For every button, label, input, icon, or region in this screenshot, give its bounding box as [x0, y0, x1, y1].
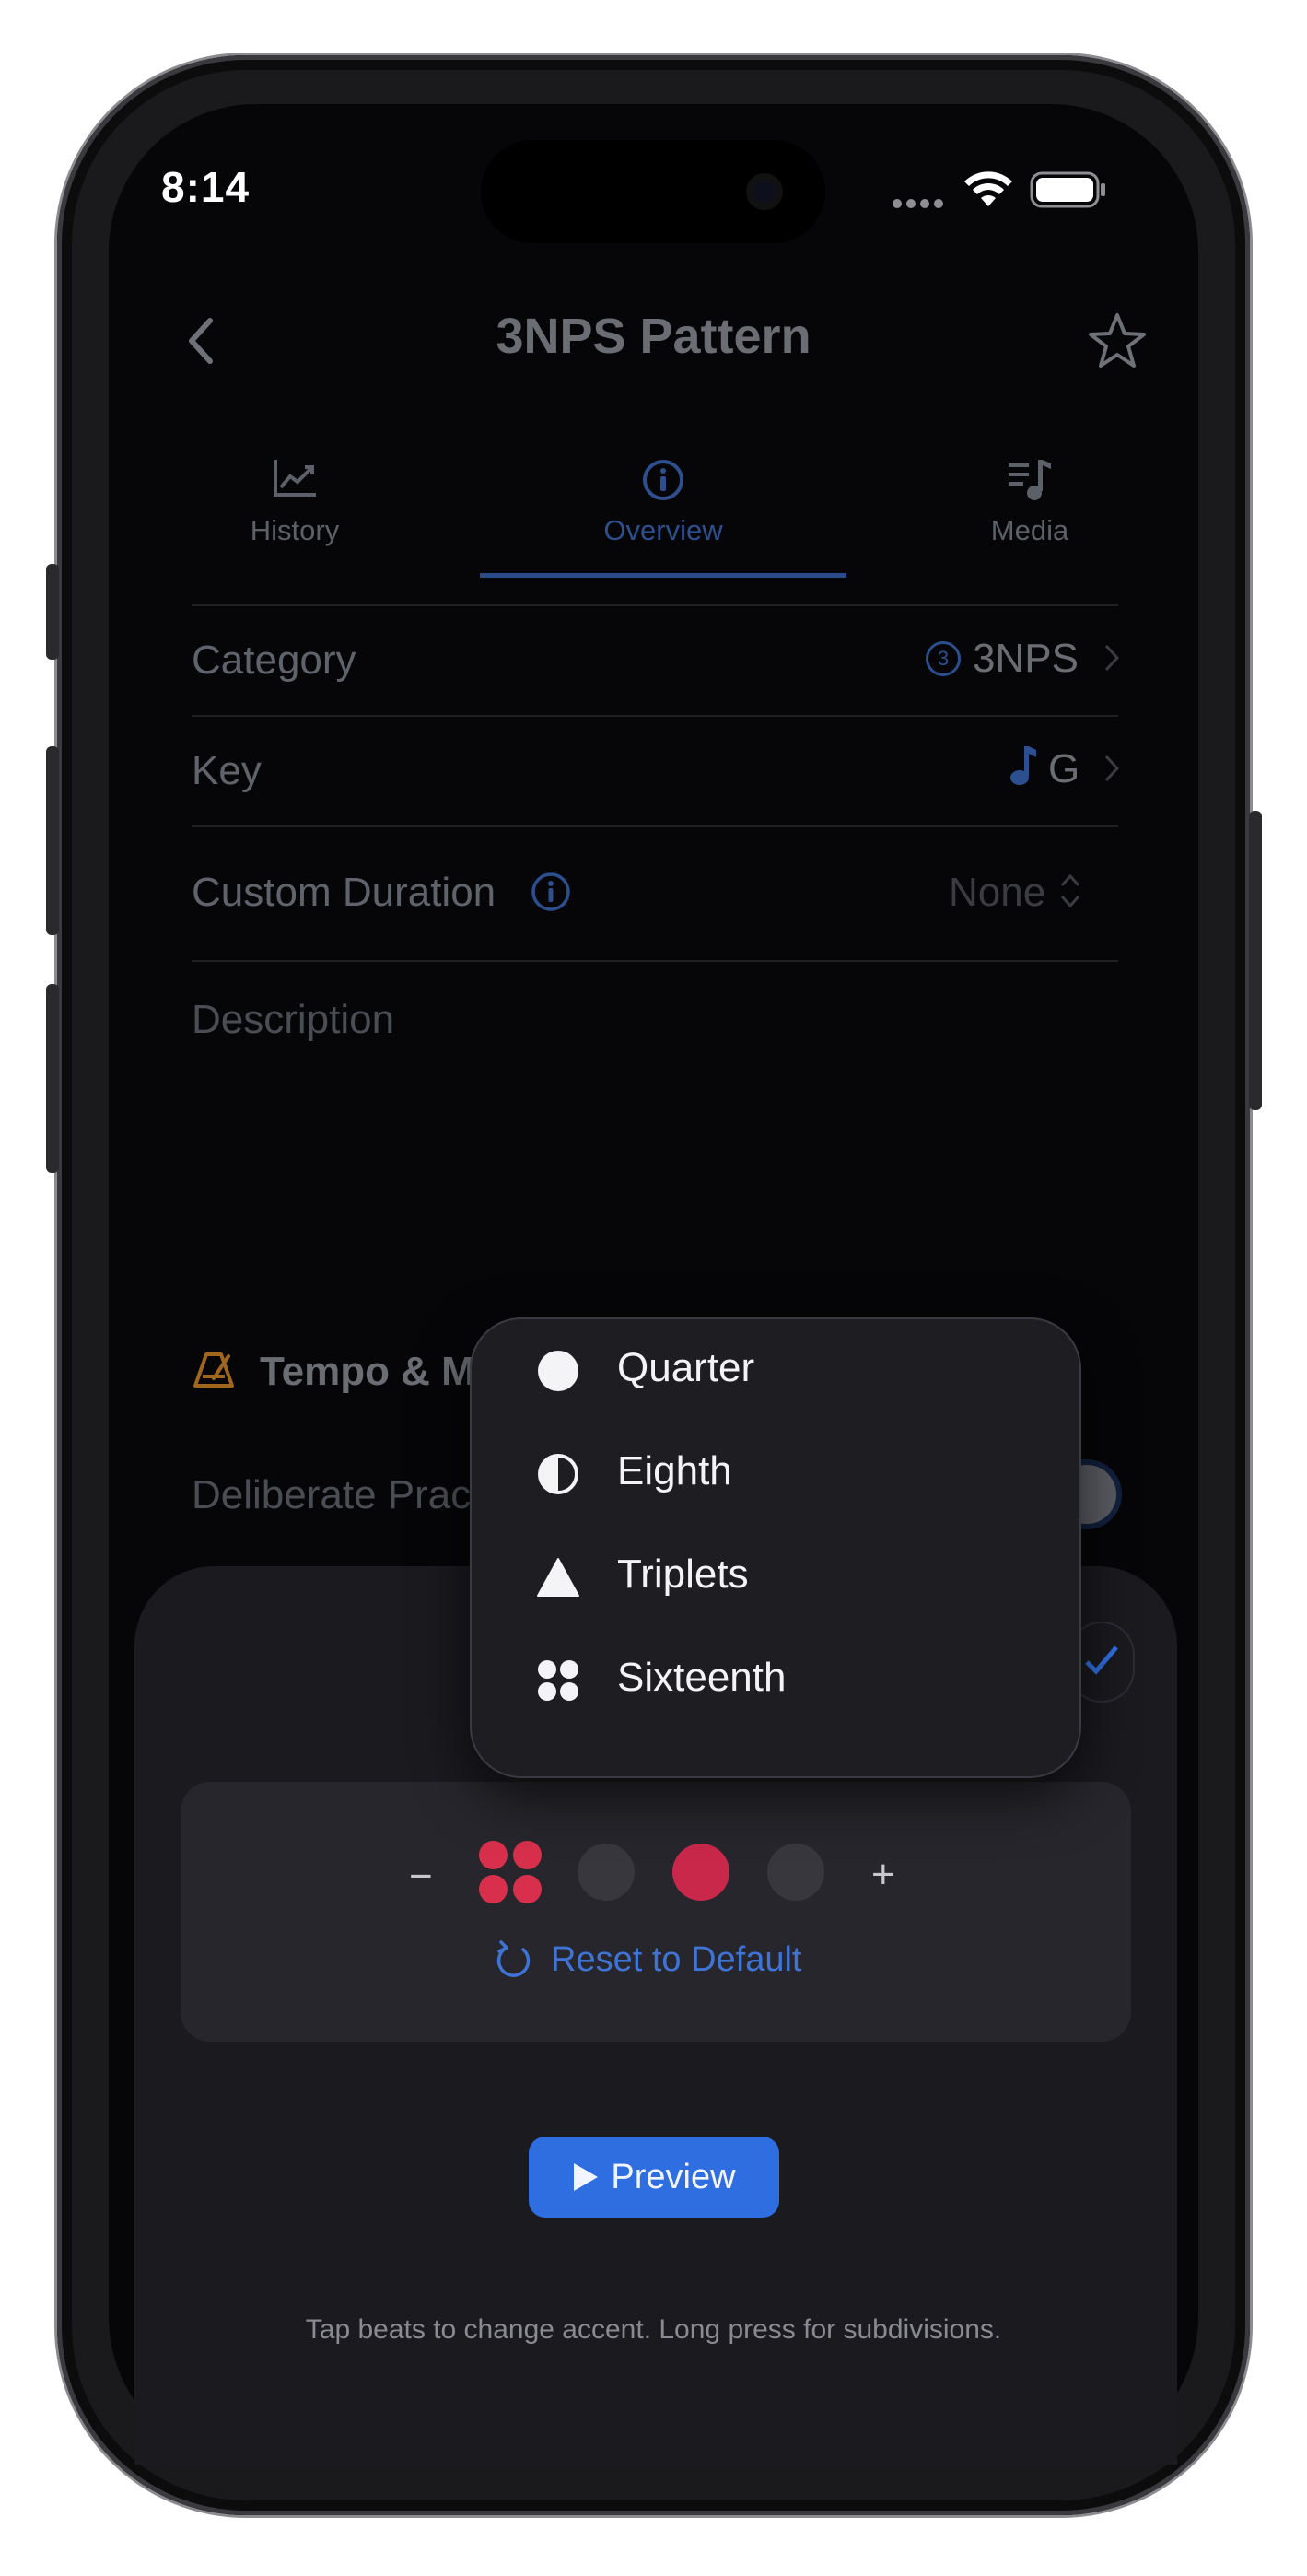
category-label: Category: [192, 638, 356, 683]
camera-icon: [746, 173, 783, 210]
menu-item-eighth[interactable]: Eighth: [470, 1421, 1081, 1524]
chart-icon: [272, 458, 318, 503]
metronome-icon: [192, 1351, 236, 1394]
hint-text: Tap beats to change accent. Long press f…: [305, 2314, 1002, 2345]
preview-label: Preview: [611, 2157, 736, 2196]
tab-history[interactable]: History: [175, 514, 414, 547]
play-icon: [574, 2163, 599, 2191]
triangle-icon: [537, 1558, 579, 1597]
beat-normal[interactable]: [767, 1844, 824, 1901]
four-dots-icon: [538, 1660, 578, 1701]
signal-dots-icon: [892, 197, 947, 215]
category-badge-icon: 3: [926, 641, 961, 676]
reset-to-default-button[interactable]: Reset to Default: [551, 1940, 801, 1980]
divider: [192, 715, 1118, 717]
tab-selection-indicator: [480, 573, 846, 578]
favorite-star-button[interactable]: [1087, 311, 1148, 375]
music-list-icon: [1007, 458, 1053, 507]
increment-button[interactable]: +: [871, 1852, 895, 1898]
reset-icon: [496, 1938, 532, 1984]
chevron-right-icon: [1103, 754, 1120, 788]
divider: [192, 825, 1118, 827]
battery-icon: [1030, 171, 1107, 213]
info-icon[interactable]: [531, 872, 571, 917]
wifi-icon: [963, 171, 1014, 213]
power-button: [1249, 811, 1262, 1110]
status-time: 8:14: [161, 163, 251, 211]
deliberate-practice-label: Deliberate Prac: [192, 1472, 472, 1517]
tempo-section-title: Tempo & M: [260, 1349, 475, 1394]
action-button: [46, 564, 59, 660]
tab-media[interactable]: Media: [910, 514, 1149, 547]
decrement-button[interactable]: −: [409, 1854, 433, 1900]
beat-normal[interactable]: [578, 1844, 635, 1901]
custom-duration-label: Custom Duration: [192, 870, 496, 915]
chevron-right-icon: [1103, 643, 1120, 677]
volume-down-button: [46, 984, 59, 1173]
info-icon: [641, 458, 685, 507]
music-note-icon: [1009, 744, 1036, 791]
custom-duration-value[interactable]: None: [949, 870, 1045, 916]
category-value[interactable]: 3NPS: [973, 636, 1079, 682]
half-circle-icon: [538, 1454, 578, 1494]
chevron-up-down-icon: [1059, 872, 1081, 915]
key-label: Key: [192, 748, 262, 793]
beats-card: [181, 1782, 1131, 2042]
subdivision-menu: Quarter Eighth Triplets Sixteenth: [470, 1317, 1081, 1778]
menu-item-triplets[interactable]: Triplets: [470, 1524, 1081, 1627]
beat-accent[interactable]: [672, 1844, 729, 1901]
key-value[interactable]: G: [1048, 746, 1079, 792]
menu-item-quarter[interactable]: Quarter: [470, 1317, 1081, 1421]
menu-item-sixteenth[interactable]: Sixteenth: [470, 1627, 1081, 1730]
volume-up-button: [46, 746, 59, 935]
divider: [192, 604, 1118, 606]
preview-button[interactable]: Preview: [529, 2137, 779, 2218]
filled-circle-icon: [538, 1351, 578, 1391]
beat-sixteenth-accent[interactable]: [479, 1841, 542, 1903]
description-label: Description: [192, 997, 395, 1042]
tab-overview[interactable]: Overview: [543, 514, 783, 547]
divider: [192, 960, 1118, 962]
